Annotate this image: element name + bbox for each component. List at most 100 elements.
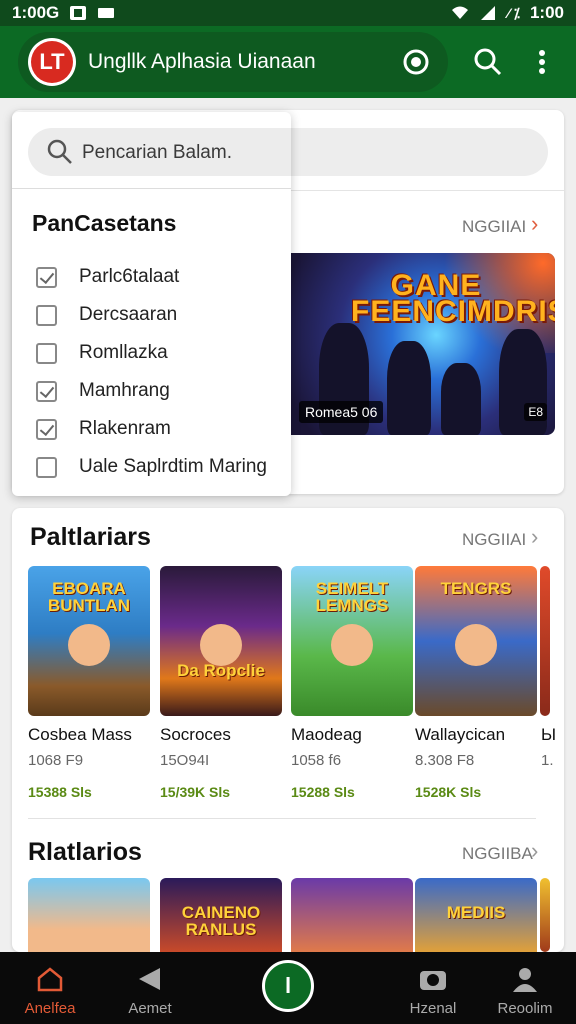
record-icon[interactable] (400, 46, 432, 78)
status-bar: 1:00G ⁄ ⁒ 1:00 (0, 0, 576, 26)
signal-icon (481, 6, 496, 20)
game-rating: 15O94I (160, 752, 210, 769)
featured-banner[interactable]: GANE FEENCIMDRIS Romea5 06 E8 (291, 253, 555, 435)
game-name[interactable]: Wallaycican (415, 725, 505, 745)
game-thumbnail[interactable]: EBOARA BUNTLAN (28, 566, 150, 716)
game-name-partial: Ы (541, 725, 557, 744)
popular-more-link[interactable]: NGGIIAI (462, 530, 526, 550)
nav-camera[interactable]: Hzenal (388, 966, 478, 1017)
mail-icon (98, 8, 115, 18)
game-thumbnail[interactable]: Da Ropclie (160, 566, 282, 716)
recommended-thumbnail-partial[interactable] (540, 878, 550, 952)
category-label: Uale Saplrdtim Maring (79, 456, 267, 477)
app-bar: LT Ungllk Aplhasia Uianaan (0, 26, 576, 98)
camera-icon (420, 971, 446, 990)
category-item[interactable]: Parlc6talaat (36, 265, 179, 289)
category-label: Rlakenram (79, 418, 171, 439)
app-logo[interactable]: LT (28, 38, 76, 86)
banner-chip-right: E8 (524, 403, 547, 421)
category-item[interactable]: Mamhrang (36, 379, 170, 403)
recommended-title: Rlatlarios (28, 838, 142, 866)
game-name[interactable]: Maodeag (291, 725, 362, 745)
category-item[interactable]: Romllazka (36, 341, 168, 365)
category-checkbox[interactable] (36, 304, 57, 326)
wifi-icon (452, 6, 469, 19)
featured-more-link[interactable]: NGGIIAI (462, 217, 526, 237)
battery-icon: ⁄ ⁒ (507, 4, 520, 21)
banner-figure (387, 341, 431, 435)
recommended-more-link[interactable]: NGGIIBA (462, 844, 533, 864)
category-label: Dercsaaran (79, 304, 178, 325)
chevron-right-icon[interactable]: › (531, 524, 538, 550)
game-rating: 1068 F9 (28, 752, 84, 769)
recommended-thumbnail[interactable]: MEDIIS (415, 878, 537, 952)
category-item[interactable]: Uale Saplrdtim Maring (36, 455, 267, 479)
game-rating: 8.308 F8 (415, 752, 475, 769)
character-face (455, 624, 497, 666)
app-title: Ungllk Aplhasia Uianaan (88, 50, 316, 73)
category-checkbox[interactable] (36, 342, 57, 364)
banner-title: GANE FEENCIMDRIS (351, 269, 555, 328)
game-downloads: 15388 Sls (28, 784, 92, 800)
category-label: Parlc6talaat (79, 266, 180, 287)
chevron-right-icon[interactable]: › (531, 211, 538, 237)
search-icon (47, 139, 72, 164)
game-thumbnail[interactable]: TENGRS (415, 566, 537, 716)
category-title: PanCasetans (32, 210, 177, 236)
notification-icon (70, 6, 87, 20)
profile-icon (513, 968, 537, 992)
status-time-right: 1:00 (529, 3, 564, 22)
game-rating: 1058 f6 (291, 752, 342, 769)
game-downloads: 15/39K Sls (160, 784, 231, 800)
game-thumbnail-partial[interactable] (540, 566, 550, 716)
category-checkbox[interactable] (36, 266, 57, 288)
nav-camera-label: Hzenal (409, 1000, 457, 1017)
home-icon (37, 967, 63, 992)
section-divider (28, 818, 536, 819)
category-checkbox[interactable] (36, 380, 57, 402)
search-icon[interactable] (472, 46, 504, 78)
game-art-title: Da Ropclie (177, 661, 265, 680)
banner-figure (441, 363, 481, 435)
category-dropdown: Pencarian Balam. PanCasetans Parlc6talaa… (12, 112, 291, 496)
chevron-right-icon[interactable]: › (531, 838, 538, 864)
recommended-thumbnail[interactable] (28, 878, 150, 952)
recommended-thumbnail[interactable]: CAINENO RANLUS (160, 878, 282, 952)
banner-chip: Romea5 06 (299, 401, 384, 423)
search-input[interactable]: Pencarian Balam. (82, 142, 232, 164)
nav-profile[interactable]: Reoolim (480, 966, 570, 1017)
game-name[interactable]: Socroces (160, 725, 231, 745)
character-face (68, 624, 110, 666)
category-label: Mamhrang (79, 380, 170, 401)
game-art-title: EBOARA BUNTLAN (47, 579, 131, 615)
status-time-left: 1:00G (12, 3, 60, 22)
category-item[interactable]: Dercsaaran (36, 303, 177, 327)
category-checkbox[interactable] (36, 456, 57, 478)
game-art-title: TENGRS (440, 579, 512, 598)
category-item[interactable]: Rlakenram (36, 417, 171, 441)
dropdown-search[interactable]: Pencarian Balam. (28, 128, 291, 176)
nav-play-label: Aemet (128, 1000, 172, 1017)
game-art-title: SEIMELT LEMNGS (315, 579, 389, 615)
nav-profile-label: Reoolim (497, 1000, 553, 1017)
nav-home-label: Anelfea (24, 1000, 76, 1017)
game-rating-partial: 1. (541, 752, 554, 769)
nav-home[interactable]: Anelfea (5, 966, 95, 1017)
game-thumbnail[interactable]: SEIMELT LEMNGS (291, 566, 413, 716)
game-art-title: MEDIIS (446, 903, 506, 922)
category-checkbox[interactable] (36, 418, 57, 440)
recommended-thumbnail[interactable] (291, 878, 413, 952)
more-vert-icon[interactable] (526, 46, 558, 78)
game-downloads: 15288 Sls (291, 784, 355, 800)
nav-play[interactable]: Aemet (105, 966, 195, 1017)
dropdown-divider (12, 188, 291, 189)
game-art-title: CAINENO RANLUS (181, 903, 261, 939)
game-downloads: 1528K Sls (415, 784, 482, 800)
play-icon (139, 968, 160, 990)
nav-center-button[interactable]: l (262, 960, 314, 1012)
character-face (331, 624, 373, 666)
category-label: Romllazka (79, 342, 168, 363)
game-name[interactable]: Cosbea Mass (28, 725, 132, 745)
popular-title: Paltlariars (30, 523, 151, 551)
character-face (200, 624, 242, 666)
